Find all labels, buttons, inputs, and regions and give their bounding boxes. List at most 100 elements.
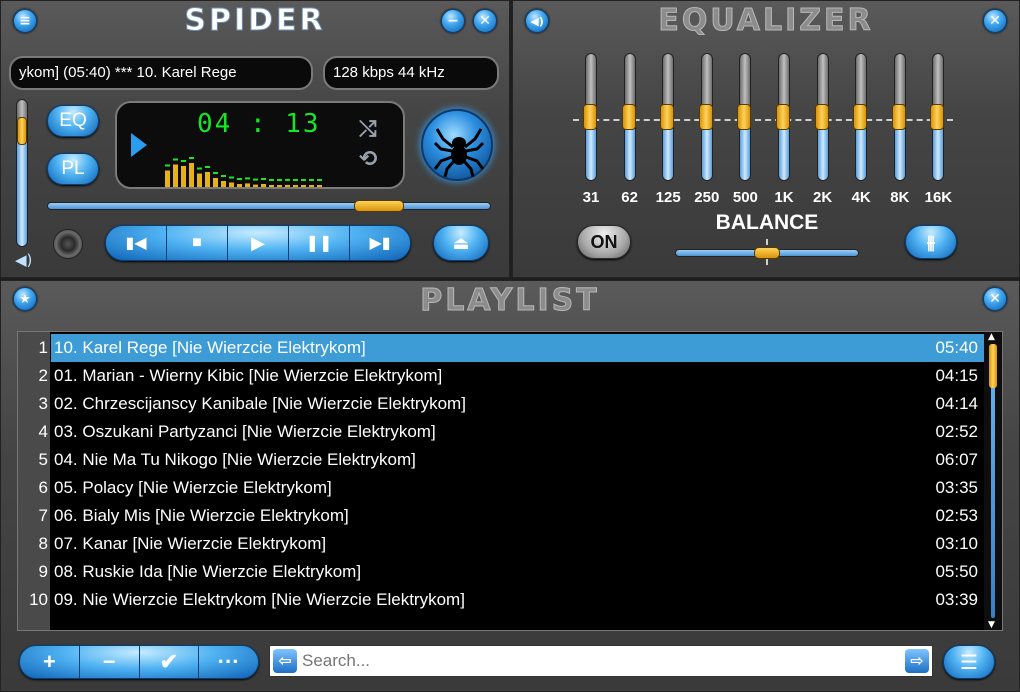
speaker-icon: ◀) — [15, 251, 33, 269]
playlist-menu-button[interactable]: ☰ — [943, 645, 995, 679]
previous-button[interactable]: ▮◀ — [106, 226, 167, 260]
repeat-icon[interactable]: ⟲ — [359, 147, 377, 172]
spectrum-peak — [205, 166, 210, 168]
eq-slider-knob[interactable] — [737, 104, 752, 130]
playlist-row[interactable]: 9 08. Ruskie Ida [Nie Wierzcie Elektrykom… — [18, 558, 984, 586]
eq-slider-knob[interactable] — [853, 104, 868, 130]
spectrum-bar — [237, 184, 242, 187]
row-title: 05. Polacy [Nie Wierzcie Elektrykom] — [54, 478, 332, 497]
spectrum-peak — [253, 178, 258, 181]
more-button[interactable]: ··· — [199, 646, 258, 678]
eq-slider-knob[interactable] — [930, 104, 945, 130]
playlist-row[interactable]: 5 04. Nie Ma Tu Nikogo [Nie Wierzcie Elek… — [18, 446, 984, 474]
eq-presets-button[interactable]: ⫵ — [905, 225, 957, 259]
spectrum-peak — [277, 179, 282, 181]
pl-button[interactable]: PL — [47, 153, 99, 185]
play-button[interactable]: ▶ — [228, 226, 289, 260]
playlist-row[interactable]: 10 09. Nie Wierzcie Elektrykom [Nie Wierz… — [18, 586, 984, 614]
playlist-titlebar[interactable]: PLAYLIST — [1, 281, 1019, 319]
stop-icon: ■ — [192, 234, 202, 251]
row-title: 02. Chrzescijanscy Kanibale [Nie Wierzci… — [54, 394, 466, 413]
playlist-list: 1 10. Karel Rege [Nie Wierzcie Elektrykom… — [17, 331, 1003, 631]
scroll-up-icon[interactable]: ▲ — [988, 332, 995, 342]
time-display[interactable]: 04 : 13 — [197, 109, 321, 139]
eq-band-label: 16K — [924, 189, 953, 206]
row-number: 4 — [38, 422, 48, 441]
playlist-row[interactable]: 3 02. Chrzescijanscy Kanibale [Nie Wierzc… — [18, 390, 984, 418]
spectrum-bar — [197, 173, 202, 187]
playlist-row[interactable]: 1 10. Karel Rege [Nie Wierzcie Elektrykom… — [18, 334, 984, 362]
eq-slider-knob[interactable] — [814, 104, 829, 130]
balance-knob[interactable] — [754, 247, 780, 259]
spectrum-bar — [205, 172, 210, 187]
star-icon[interactable]: ★ — [13, 287, 37, 311]
seek-knob[interactable] — [354, 200, 405, 212]
close-icon[interactable]: ✕ — [473, 9, 497, 33]
search-back-icon[interactable]: ⇦ — [273, 649, 297, 673]
playlist-row[interactable]: 7 06. Bialy Mis [Nie Wierzcie Elektrykom]… — [18, 502, 984, 530]
bitrate-display: 128 kbps 44 kHz — [323, 56, 499, 90]
playlist-scrollbar[interactable]: ▲ ▼ — [984, 332, 1002, 630]
playlist-close-icon[interactable]: ✕ — [983, 287, 1007, 311]
player-titlebar[interactable]: SPIDER — [1, 1, 509, 39]
row-title: 10. Karel Rege [Nie Wierzcie Elektrykom] — [54, 338, 366, 357]
eq-band-label: 4K — [851, 189, 871, 206]
eject-button[interactable]: ⏏ — [433, 225, 489, 261]
next-button[interactable]: ▶▮ — [350, 226, 410, 260]
playlist-row[interactable]: 4 03. Oszukani Partyzanci [Nie Wierzcie E… — [18, 418, 984, 446]
minimize-icon[interactable]: − — [441, 9, 465, 33]
row-number: 10 — [29, 590, 48, 609]
playlist-row[interactable]: 2 01. Marian - Wierny Kibic [Nie Wierzcie… — [18, 362, 984, 390]
previous-icon: ▮◀ — [125, 235, 147, 252]
pl-button-label: PL — [61, 158, 85, 179]
row-title: 04. Nie Ma Tu Nikogo [Nie Wierzcie Elekt… — [54, 450, 416, 469]
eq-slider-knob[interactable] — [698, 104, 713, 130]
equalizer-close-icon[interactable]: ✕ — [983, 9, 1007, 33]
row-number: 8 — [38, 534, 48, 553]
eq-band-label: 250 — [694, 189, 720, 206]
eq-slider-knob[interactable] — [583, 104, 597, 130]
spectrum-peak — [301, 179, 306, 181]
eq-slider-knob[interactable] — [776, 104, 790, 130]
playlist-rows: 1 10. Karel Rege [Nie Wierzcie Elektrykom… — [18, 334, 984, 630]
add-button[interactable]: + — [20, 646, 80, 678]
spectrum-bar — [229, 182, 234, 187]
equalizer-titlebar[interactable]: EQUALIZER — [513, 1, 1019, 39]
check-icon: ✔ — [159, 649, 179, 674]
eq-on-button[interactable]: ON — [577, 225, 631, 259]
eq-slider-knob[interactable] — [891, 104, 906, 130]
shuffle-icon[interactable]: ⤭ — [359, 117, 377, 142]
menu-icon[interactable]: ≡ — [13, 9, 37, 33]
eq-band-label: 125 — [655, 189, 681, 206]
select-button[interactable]: ✔ — [140, 646, 200, 678]
remove-button[interactable]: − — [80, 646, 140, 678]
spectrum-bar — [253, 184, 258, 187]
stop-button[interactable]: ■ — [167, 226, 228, 260]
equalizer-sound-icon[interactable]: ◀) — [525, 9, 549, 33]
main-display: 04 : 13 ⤭ ⟲ — [115, 101, 405, 189]
scroll-down-icon[interactable]: ▼ — [988, 620, 995, 630]
eq-button[interactable]: EQ — [47, 105, 99, 137]
row-duration: 02:53 — [935, 506, 978, 525]
volume-knob[interactable] — [17, 117, 27, 145]
spectrum-bar — [189, 163, 194, 187]
spectrum-bar — [269, 185, 274, 187]
playlist-row[interactable]: 6 05. Polacy [Nie Wierzcie Elektrykom] 03:… — [18, 474, 984, 502]
scroll-thumb[interactable] — [989, 344, 997, 388]
row-number: 1 — [38, 338, 48, 357]
pause-button[interactable]: ❚❚ — [289, 226, 350, 260]
seek-bar[interactable] — [47, 202, 491, 210]
eq-band-label: 1K — [774, 189, 794, 206]
track-title-display[interactable]: ykom] (05:40) *** 10. Karel Rege — [9, 56, 313, 90]
eq-slider-knob[interactable] — [621, 104, 636, 130]
balance-label: BALANCE — [715, 211, 819, 234]
spectrum-peak — [213, 172, 218, 174]
search-go-icon[interactable]: ⇨ — [905, 649, 929, 673]
search-input[interactable] — [302, 648, 892, 674]
spectrum-bar — [309, 185, 314, 187]
equalizer-title: EQUALIZER — [658, 3, 874, 39]
playlist-row[interactable]: 8 07. Kanar [Nie Wierzcie Elektrykom] 03:1… — [18, 530, 984, 558]
eq-slider-knob[interactable] — [660, 104, 675, 130]
spider-logo-icon[interactable] — [421, 109, 493, 181]
spectrum-bar — [301, 185, 306, 187]
